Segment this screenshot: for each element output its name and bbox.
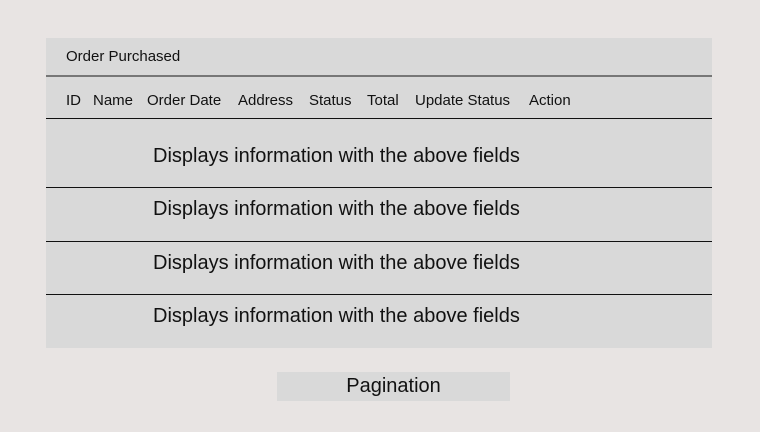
row-divider <box>46 241 712 242</box>
table-title: Order Purchased <box>66 48 181 65</box>
table-row: Displays information with the above fiel… <box>153 305 520 327</box>
header-divider <box>46 118 712 119</box>
column-header-status: Status <box>309 92 352 109</box>
column-header-order-date: Order Date <box>147 92 222 109</box>
column-header-total: Total <box>367 92 399 109</box>
column-header-update-status: Update Status <box>415 92 511 109</box>
table-row: Displays information with the above fiel… <box>153 198 520 220</box>
orders-table-panel: Order Purchased ID Name Order Date Addre… <box>46 38 712 348</box>
pagination[interactable]: Pagination <box>277 372 510 401</box>
row-divider <box>46 187 712 188</box>
column-header-id: ID <box>66 92 81 109</box>
table-row: Displays information with the above fiel… <box>153 145 520 167</box>
column-header-action: Action <box>529 92 571 109</box>
column-header-name: Name <box>93 92 134 109</box>
row-divider <box>46 294 712 295</box>
title-divider <box>46 75 712 77</box>
table-row: Displays information with the above fiel… <box>153 252 520 274</box>
column-header-address: Address <box>238 92 294 109</box>
